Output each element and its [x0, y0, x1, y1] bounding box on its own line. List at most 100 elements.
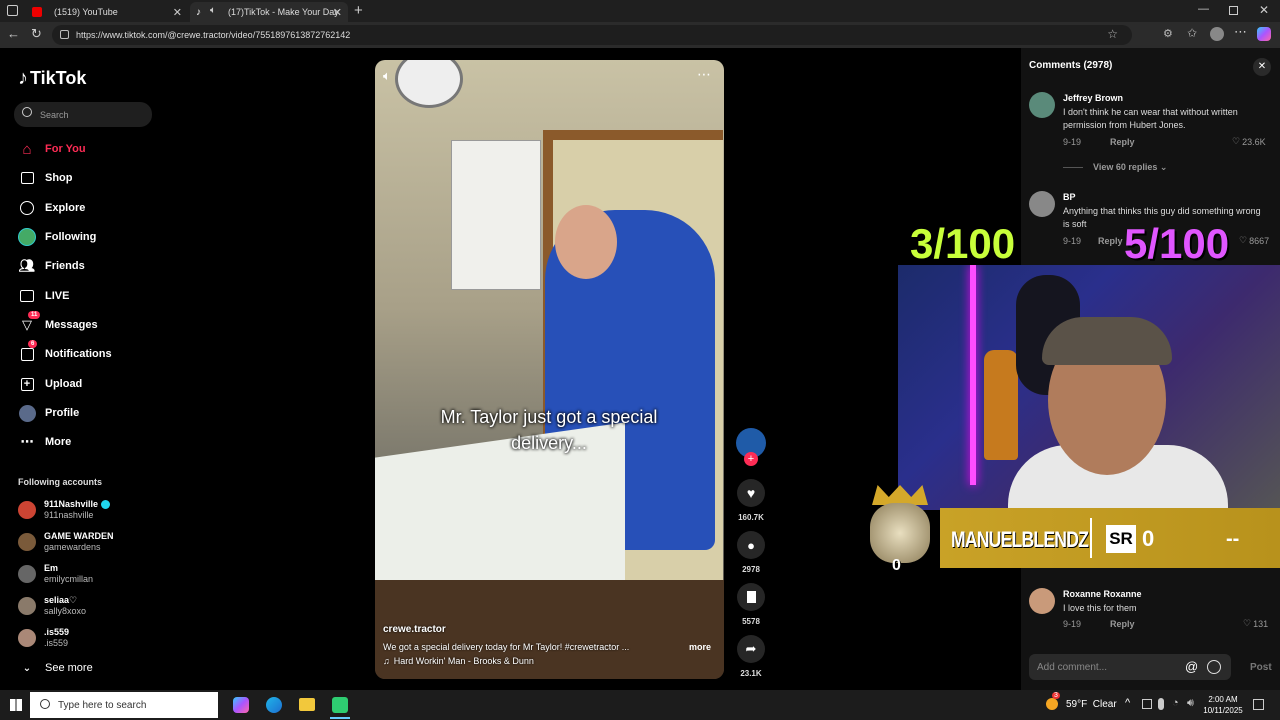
nav-profile[interactable]: Profile	[18, 403, 79, 423]
speaker-icon[interactable]: 🔈︎	[210, 5, 216, 16]
avatar[interactable]	[1029, 191, 1055, 217]
video-author[interactable]: crewe.tractor	[383, 624, 446, 635]
copilot-icon[interactable]	[1257, 27, 1271, 41]
description-more-link[interactable]: more	[689, 642, 711, 652]
nav-shop[interactable]: Shop	[18, 168, 73, 188]
nav-label: LIVE	[45, 290, 70, 302]
nav-for-you[interactable]: ⌂ For You	[18, 139, 85, 159]
windows-taskbar: Type here to search 3 59°F Clear ^ ◔ 🔊︎ …	[0, 690, 1280, 720]
friends-icon: 👥︎	[18, 258, 36, 273]
comment-like[interactable]: ♡ 23.6K	[1232, 136, 1266, 147]
reply-button[interactable]: Reply	[1110, 619, 1135, 629]
back-icon[interactable]: ←	[7, 26, 20, 41]
notification-center-icon[interactable]	[1253, 699, 1264, 710]
reply-button[interactable]: Reply	[1110, 137, 1135, 147]
mute-icon[interactable]: 🔈︎	[383, 68, 391, 84]
nav-following[interactable]: Following	[18, 227, 96, 247]
file-explorer-icon[interactable]	[299, 698, 315, 711]
tab-tiktok[interactable]: ♪ 🔈︎ (17)TikTok - Make Your Day ✕	[190, 2, 348, 22]
close-window-button[interactable]: ✕	[1259, 3, 1269, 17]
account-item[interactable]: seliaa♡ sally8xoxo	[18, 594, 86, 618]
nav-notifications[interactable]: 6 Notifications	[18, 340, 112, 364]
heart-outline-icon: ♡	[1243, 618, 1252, 628]
copilot-taskbar-icon[interactable]	[233, 697, 249, 713]
account-name: Em	[44, 563, 59, 573]
nav-more[interactable]: ⋯ More	[18, 432, 72, 452]
weather-icon: 3	[1046, 692, 1060, 710]
nav-label: Profile	[45, 407, 80, 419]
sidebar-toggle-icon[interactable]	[7, 5, 18, 16]
nav-upload[interactable]: + Upload	[18, 374, 82, 394]
close-comments-button[interactable]: ✕	[1253, 58, 1271, 76]
video-more-icon[interactable]: ⋯	[697, 66, 711, 83]
avatar[interactable]	[1029, 588, 1055, 614]
close-tab-icon[interactable]: ✕	[333, 6, 342, 19]
streamer-name: MANUELBLENDZ	[951, 527, 1089, 552]
network-icon[interactable]	[1142, 699, 1152, 709]
microphone-icon[interactable]	[1158, 698, 1164, 710]
account-item[interactable]: Em emilycmillan	[18, 562, 93, 586]
avatar[interactable]	[1210, 27, 1224, 41]
emoji-icon[interactable]	[1207, 660, 1221, 674]
close-tab-icon[interactable]: ✕	[173, 6, 182, 19]
menu-icon[interactable]: ⋯	[1234, 24, 1247, 40]
follow-plus-icon[interactable]: +	[744, 452, 758, 466]
like-button[interactable]: ♥	[737, 479, 765, 507]
clock[interactable]: 2:00 AM 10/11/2025	[1200, 694, 1246, 716]
comment-user[interactable]: Roxanne Roxanne	[1063, 589, 1142, 599]
comment-button[interactable]: ●	[737, 531, 765, 559]
extensions-icon[interactable]: ⚙	[1163, 27, 1173, 40]
video-player[interactable]: 🔈︎ ⋯ Mr. Taylor just got a special deliv…	[375, 60, 724, 679]
site-info-icon[interactable]	[60, 30, 69, 39]
nav-friends[interactable]: 👥︎ Friends	[18, 256, 85, 276]
app-icon[interactable]	[332, 697, 348, 713]
avatar[interactable]	[1029, 92, 1055, 118]
browser-tab-bar: (1519) YouTube ✕ ♪ 🔈︎ (17)TikTok - Make …	[0, 0, 1280, 22]
mention-icon[interactable]: @	[1185, 659, 1198, 674]
url-input[interactable]: https://www.tiktok.com/@crewe.tractor/vi…	[52, 25, 1132, 45]
add-comment-input[interactable]: Add comment...	[1029, 654, 1231, 680]
video-description: We got a special delivery today for Mr T…	[383, 642, 630, 652]
account-item[interactable]: GAME WARDEN gamewardens	[18, 530, 114, 554]
volume-icon[interactable]: 🔊︎	[1187, 697, 1194, 710]
account-item[interactable]: .is559 .is559	[18, 626, 69, 650]
reply-button[interactable]: Reply	[1098, 236, 1123, 246]
post-button[interactable]: Post	[1250, 662, 1272, 673]
account-handle: gamewardens	[44, 542, 101, 552]
weather-widget[interactable]: 3 59°F Clear	[1046, 692, 1117, 710]
comment-user[interactable]: BP	[1063, 192, 1076, 202]
minimize-button[interactable]: —	[1198, 3, 1209, 15]
share-button[interactable]: ➦	[737, 635, 765, 663]
save-button[interactable]	[737, 583, 765, 611]
comment-text: I don't think he can wear that without w…	[1063, 107, 1238, 130]
comment-like[interactable]: ♡ 8667	[1239, 235, 1269, 246]
nav-live[interactable]: LIVE	[18, 286, 69, 306]
search-input[interactable]: Search	[14, 102, 152, 127]
favorites-icon[interactable]: ✩	[1187, 26, 1197, 40]
refresh-icon[interactable]: ↻	[31, 26, 42, 42]
streamer-banner: MANUELBLENDZ SR 0 --	[940, 508, 1280, 568]
nav-messages[interactable]: ▽ 11 Messages	[18, 311, 98, 335]
view-replies-button[interactable]: View 60 replies ⌄	[1093, 162, 1167, 173]
account-item[interactable]: 911Nashville 911nashville	[18, 498, 110, 522]
comment-icon: ●	[747, 537, 755, 553]
comment-like[interactable]: ♡ 131	[1243, 618, 1268, 629]
restore-button[interactable]	[1229, 6, 1238, 15]
new-tab-button[interactable]: +	[354, 2, 363, 19]
windows-start-icon[interactable]	[10, 699, 22, 711]
tiktok-logo[interactable]: ♪ TikTok	[18, 67, 86, 90]
taskbar-search-input[interactable]: Type here to search	[30, 692, 218, 718]
comment-date: 9-19	[1063, 619, 1082, 629]
see-more-button[interactable]: ⌄ See more	[18, 658, 93, 678]
nav-explore[interactable]: Explore	[18, 198, 85, 218]
tiktok-logo-text: TikTok	[30, 68, 87, 88]
edge-icon[interactable]	[266, 697, 282, 713]
star-icon[interactable]: ☆	[1107, 27, 1118, 41]
account-handle: 911nashville	[44, 510, 94, 520]
tray-chevron-icon[interactable]: ^	[1125, 697, 1130, 709]
wifi-icon[interactable]: ◔	[1172, 697, 1179, 709]
music-info[interactable]: ♫ Hard Workin' Man - Brooks & Dunn	[383, 656, 534, 666]
taskbar-search-placeholder: Type here to search	[58, 699, 147, 711]
tab-youtube[interactable]: (1519) YouTube ✕	[24, 2, 188, 22]
comment-user[interactable]: Jeffrey Brown	[1063, 93, 1123, 103]
